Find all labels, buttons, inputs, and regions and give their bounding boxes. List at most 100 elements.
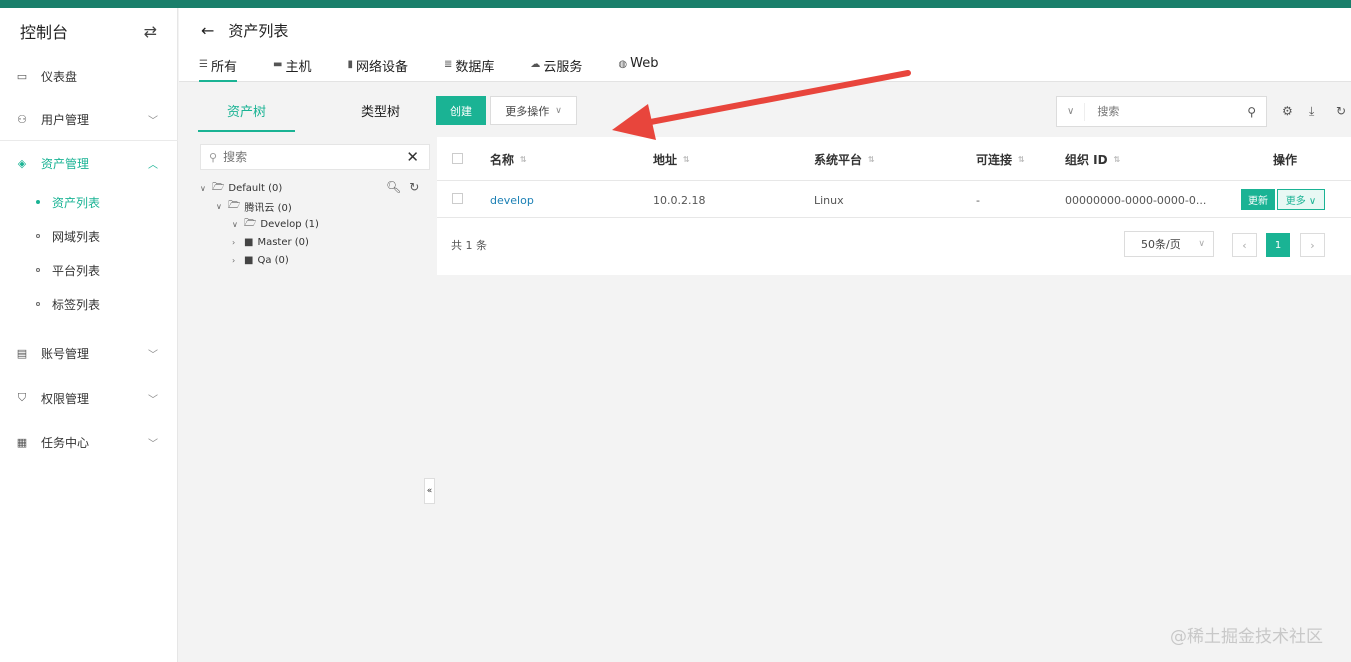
column-label: 组织 ID: [1065, 153, 1108, 167]
more-actions-button[interactable]: 更多操作 ∨: [490, 96, 577, 125]
tree-node-label: Master (0): [257, 236, 309, 248]
close-icon[interactable]: ✕: [406, 148, 419, 166]
asset-platform: Linux: [814, 194, 844, 207]
sidebar-item-accounts[interactable]: ▤ 账号管理 ﹀: [0, 338, 178, 368]
tab-label: 网络设备: [355, 60, 408, 75]
sidebar-item-label: 任务中心: [41, 435, 90, 450]
tree-node[interactable]: ∨ 🗁︎ Develop (1): [232, 216, 319, 232]
sidebar-item-users[interactable]: ⚇ 用户管理 ﹀: [0, 104, 178, 134]
bullet-icon: [36, 302, 40, 306]
tree-node[interactable]: ∨ 🗁︎ 腾讯云 (0): [216, 198, 292, 214]
row-checkbox[interactable]: [452, 193, 463, 204]
chevron-down-icon: ∨: [555, 105, 562, 116]
page-title-row: ← 资产列表: [201, 20, 288, 41]
tree-tools: 🔍︎ ↻: [386, 180, 419, 194]
select-all-checkbox[interactable]: [452, 153, 463, 164]
layers-icon: ◈: [17, 156, 27, 170]
table-search: ∨ ⚲: [1056, 96, 1267, 127]
tree-node-label: Qa (0): [257, 254, 289, 266]
list-icon: ☰: [199, 59, 208, 70]
asset-name-link[interactable]: develop: [490, 194, 534, 207]
sidebar-item-label: 账号管理: [41, 346, 90, 361]
page-size-select[interactable]: 50条/页 ∨: [1124, 231, 1214, 257]
tree-node[interactable]: ∨ 🗁︎ Default (0): [200, 180, 282, 196]
watermark: @稀土掘金技术社区: [1170, 627, 1323, 647]
back-arrow-icon[interactable]: ←: [201, 21, 214, 40]
asset-connectable: -: [976, 194, 980, 207]
sidebar-item-assets[interactable]: ◈ 资产管理 ︿: [0, 148, 178, 178]
tab-network-device[interactable]: ▮ 网络设备: [347, 56, 408, 82]
download-icon[interactable]: ⤓: [1309, 104, 1314, 119]
column-label: 名称: [490, 153, 515, 167]
column-header-name[interactable]: 名称 ⇅: [490, 151, 527, 168]
update-button[interactable]: 更新: [1241, 189, 1275, 210]
tree-search: ⚲ ✕: [200, 144, 430, 170]
chevron-down-icon: ﹀: [148, 115, 158, 127]
annotation-arrow-icon: [612, 70, 911, 140]
asset-table: 名称 ⇅ 地址 ⇅ 系统平台 ⇅ 可连接 ⇅ 组织 ID ⇅ 操作 develo…: [437, 137, 1351, 275]
tab-all[interactable]: ☰ 所有: [199, 56, 237, 82]
sidebar-item-label: 权限管理: [41, 391, 90, 406]
tree-node[interactable]: › ■ Qa (0): [232, 252, 289, 268]
asset-address: 10.0.2.18: [653, 194, 706, 207]
column-label: 操作: [1273, 153, 1298, 167]
prev-page-button[interactable]: ‹: [1232, 233, 1257, 257]
refresh-icon[interactable]: ↻: [1336, 104, 1346, 118]
column-header-connectable[interactable]: 可连接 ⇅: [976, 151, 1025, 168]
tree-node-label: Develop (1): [260, 218, 319, 230]
chevron-right-icon: ›: [232, 237, 236, 247]
chevron-down-icon: ∨: [200, 183, 206, 193]
page-title: 资产列表: [228, 22, 289, 40]
bullet-icon: [36, 268, 40, 272]
sidebar-sub-label: 资产列表: [52, 195, 101, 210]
tree-node[interactable]: › ■ Master (0): [232, 234, 309, 250]
refresh-icon[interactable]: ↻: [409, 180, 419, 194]
device-icon: ▮: [347, 59, 353, 70]
bullet-icon: [36, 200, 40, 204]
search-icon[interactable]: ⚲: [1247, 105, 1256, 119]
top-accent-bar: [0, 0, 1351, 8]
table-search-input[interactable]: [1097, 105, 1238, 118]
tab-cloud[interactable]: ☁ 云服务: [530, 56, 582, 82]
page-size-value: 50条/页: [1141, 238, 1181, 251]
chevron-up-icon: ︿: [148, 159, 158, 171]
column-label: 系统平台: [814, 153, 863, 167]
column-header-address[interactable]: 地址 ⇅: [653, 151, 690, 168]
sidebar-sub-domain-list[interactable]: 网域列表: [0, 223, 178, 249]
tree-panel: 资产树 类型树 ⚲ ✕ 🔍︎ ↻ ∨ 🗁︎ Default (0) ∨ 🗁︎ 腾…: [198, 96, 432, 662]
asset-org-id: 00000000-0000-0000-0...: [1065, 194, 1207, 207]
collapse-panel-button[interactable]: «: [424, 478, 435, 504]
column-header-platform[interactable]: 系统平台 ⇅: [814, 151, 875, 168]
create-button[interactable]: 创建: [436, 96, 486, 125]
sidebar-item-tasks[interactable]: ▦ 任务中心 ﹀: [0, 427, 178, 457]
chevron-down-icon: ∨: [1198, 239, 1205, 249]
search-icon[interactable]: 🔍︎: [386, 180, 401, 194]
sidebar-sub-label: 网域列表: [52, 229, 101, 244]
row-more-button[interactable]: 更多 ∨: [1277, 189, 1325, 210]
tab-type-tree[interactable]: 类型树: [332, 96, 429, 132]
sidebar-item-dashboard[interactable]: ▭ 仪表盘: [0, 61, 178, 91]
chevron-down-icon: ﹀: [148, 438, 158, 450]
sidebar-sub-asset-list[interactable]: 资产列表: [0, 189, 178, 215]
tab-label: 主机: [285, 60, 312, 75]
tree-search-input[interactable]: [223, 150, 384, 164]
column-header-org-id[interactable]: 组织 ID ⇅: [1065, 151, 1120, 168]
next-page-button[interactable]: ›: [1300, 233, 1325, 257]
sidebar-sub-platform-list[interactable]: 平台列表: [0, 257, 178, 283]
sort-icon: ⇅: [1113, 154, 1121, 164]
chevron-down-icon: ∨: [232, 219, 238, 229]
sidebar-sub-label-list[interactable]: 标签列表: [0, 291, 178, 317]
chevron-right-icon: ›: [232, 255, 236, 265]
dashboard-icon: ▭: [16, 69, 28, 83]
tab-asset-tree[interactable]: 资产树: [198, 96, 295, 132]
chevron-down-icon[interactable]: ∨: [1057, 102, 1086, 121]
page-number-current[interactable]: 1: [1266, 233, 1290, 257]
swap-icon[interactable]: ⇄: [144, 22, 157, 41]
tab-host[interactable]: ▬ 主机: [273, 56, 311, 82]
tab-database[interactable]: ≣ 数据库: [444, 56, 494, 82]
folder-icon: ■: [244, 254, 254, 266]
sidebar-item-permissions[interactable]: ⛉ 权限管理 ﹀: [0, 383, 178, 413]
host-icon: ▬: [272, 59, 283, 70]
settings-icon[interactable]: ⚙: [1282, 104, 1293, 118]
more-actions-label: 更多操作: [505, 104, 550, 118]
